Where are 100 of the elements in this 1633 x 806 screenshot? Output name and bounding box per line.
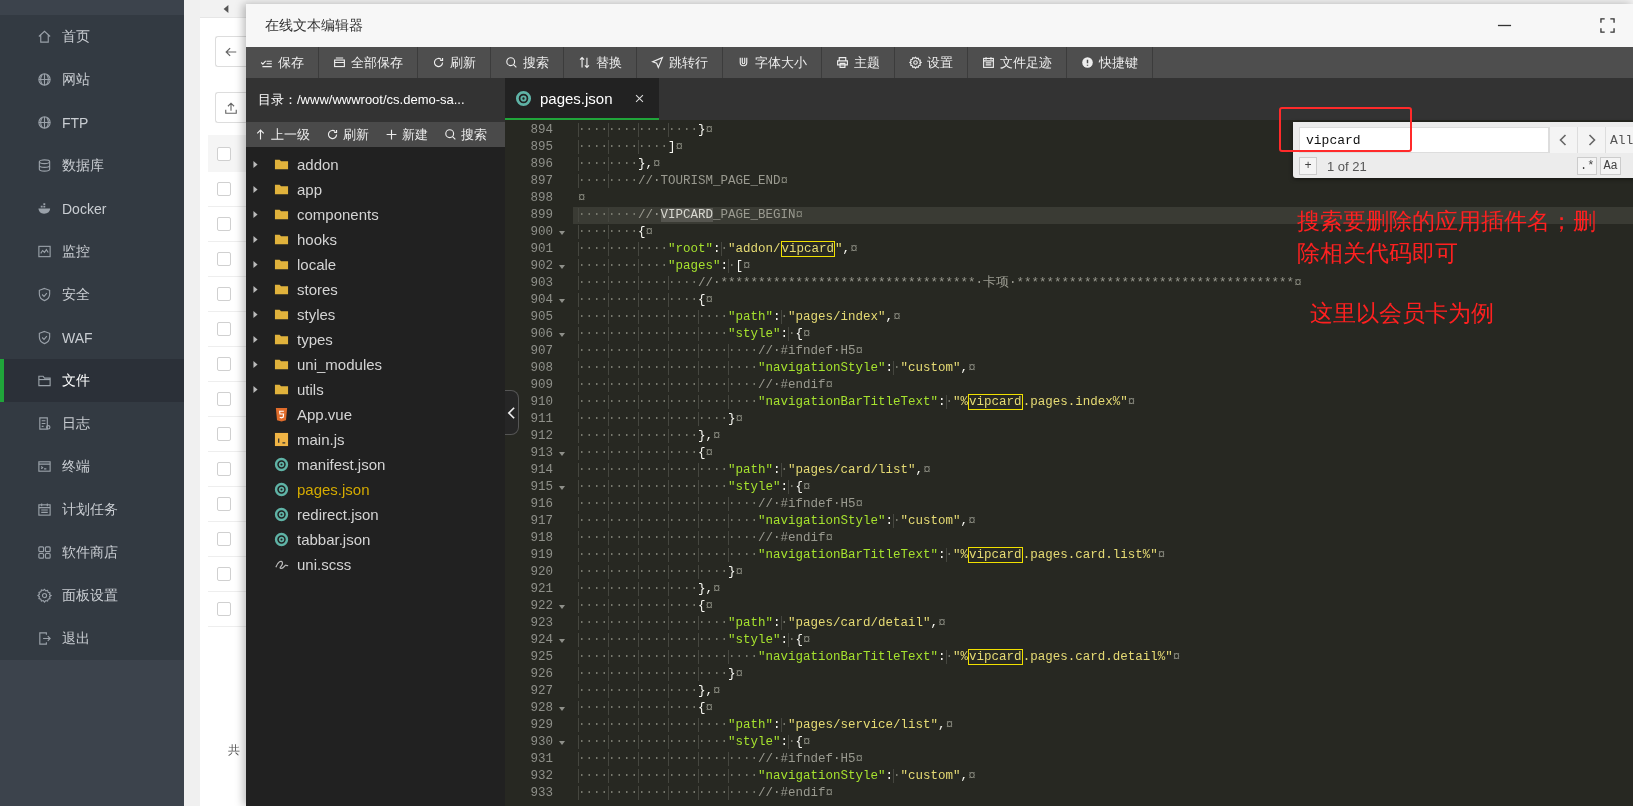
tree-action-button[interactable]: 上一级 bbox=[246, 122, 318, 147]
file-tree-item[interactable]: components bbox=[246, 202, 505, 227]
line-number: 917 bbox=[529, 513, 553, 530]
line-number: 914 bbox=[529, 462, 553, 479]
caret-icon bbox=[250, 184, 261, 195]
checkbox[interactable] bbox=[217, 287, 231, 301]
fold-arrow-icon[interactable] bbox=[558, 636, 566, 645]
checkbox[interactable] bbox=[217, 252, 231, 266]
sidebar-item[interactable]: 数据库 bbox=[0, 144, 184, 187]
file-tree-item[interactable]: manifest.json bbox=[246, 452, 505, 477]
replace-all-button[interactable]: All bbox=[1605, 127, 1633, 153]
checkbox[interactable] bbox=[217, 322, 231, 336]
sidebar-item[interactable]: 监控 bbox=[0, 230, 184, 273]
line-number: 927 bbox=[529, 683, 553, 700]
maximize-icon[interactable] bbox=[1600, 18, 1615, 33]
collapse-handle[interactable] bbox=[505, 390, 519, 435]
ring-icon bbox=[274, 507, 289, 522]
file-tree-item[interactable]: stores bbox=[246, 277, 505, 302]
file-tree-item[interactable]: uni.scss bbox=[246, 552, 505, 577]
checkbox[interactable] bbox=[217, 462, 231, 476]
file-tree-item[interactable]: redirect.json bbox=[246, 502, 505, 527]
caret-icon bbox=[250, 234, 261, 245]
checkbox[interactable] bbox=[217, 497, 231, 511]
sidebar-item[interactable]: WAF bbox=[0, 316, 184, 359]
next-icon[interactable] bbox=[1577, 127, 1605, 153]
refresh-icon bbox=[326, 128, 339, 141]
line-number: 900 bbox=[529, 224, 553, 241]
code-line: ················},¤ bbox=[577, 428, 722, 445]
code-line: ····················"path":·"pages/card/detail",¤ bbox=[577, 615, 947, 632]
code-line: ····················}¤ bbox=[577, 666, 745, 683]
search-field[interactable]: vipcard bbox=[1299, 127, 1549, 153]
ring-icon bbox=[274, 532, 289, 547]
sidebar-item[interactable]: 安全 bbox=[0, 273, 184, 316]
code-line: ························//·#endif¤ bbox=[577, 785, 835, 802]
fold-arrow-icon[interactable] bbox=[558, 602, 566, 611]
file-tree-item[interactable]: tabbar.json bbox=[246, 527, 505, 552]
file-tree-item[interactable]: app bbox=[246, 177, 505, 202]
line-number: 925 bbox=[529, 649, 553, 666]
tree-action-button[interactable]: 搜索 bbox=[436, 122, 495, 147]
file-tree-item[interactable]: styles bbox=[246, 302, 505, 327]
upload-icon bbox=[224, 100, 238, 115]
file-tree-item[interactable]: types bbox=[246, 327, 505, 352]
file-tree-item[interactable]: addon bbox=[246, 152, 505, 177]
fold-arrow-icon[interactable] bbox=[558, 738, 566, 747]
fold-arrow-icon[interactable] bbox=[558, 228, 566, 237]
sidebar-item[interactable]: 终端 bbox=[0, 445, 184, 488]
sidebar-item[interactable]: 计划任务 bbox=[0, 488, 184, 531]
add-button[interactable]: + bbox=[1299, 157, 1317, 175]
previous-icon[interactable] bbox=[1549, 127, 1577, 153]
line-number: 933 bbox=[529, 785, 553, 802]
file-tree-item[interactable]: uni_modules bbox=[246, 352, 505, 377]
sidebar-item[interactable]: Docker bbox=[0, 187, 184, 230]
code-line: ················},¤ bbox=[577, 683, 722, 700]
sidebar-item[interactable]: 日志 bbox=[0, 402, 184, 445]
sidebar-item[interactable]: FTP bbox=[0, 101, 184, 144]
code-line: ························"navigationStyle":·"custom",¤ bbox=[577, 768, 977, 785]
checkbox[interactable] bbox=[217, 567, 231, 581]
checkbox[interactable] bbox=[217, 532, 231, 546]
regex-toggle[interactable]: .* bbox=[1577, 157, 1598, 175]
fold-arrow-icon[interactable] bbox=[558, 296, 566, 305]
file-tree-item[interactable]: pages.json bbox=[246, 477, 505, 502]
sidebar-item[interactable]: 退出 bbox=[0, 617, 184, 660]
sidebar-item[interactable]: 网站 bbox=[0, 58, 184, 101]
file-tree-item[interactable]: App.vue bbox=[246, 402, 505, 427]
close-icon[interactable] bbox=[634, 92, 645, 104]
sidebar-item[interactable]: 软件商店 bbox=[0, 531, 184, 574]
file-tree-item[interactable]: main.js bbox=[246, 427, 505, 452]
fold-arrow-icon[interactable] bbox=[558, 704, 566, 713]
checkbox[interactable] bbox=[217, 146, 231, 161]
file-tree-item[interactable]: hooks bbox=[246, 227, 505, 252]
sidebar-item[interactable]: 文件 bbox=[0, 359, 184, 402]
calendar-icon bbox=[37, 502, 52, 517]
file-tree-item[interactable]: locale bbox=[246, 252, 505, 277]
line-number: 909 bbox=[529, 377, 553, 394]
case-toggle[interactable]: Aa bbox=[1600, 157, 1621, 175]
left-arrow-icon[interactable] bbox=[222, 3, 230, 14]
line-number: 906 bbox=[529, 326, 553, 343]
fold-arrow-icon[interactable] bbox=[558, 449, 566, 458]
fold-arrow-icon[interactable] bbox=[558, 483, 566, 492]
ring-icon bbox=[274, 482, 289, 497]
fold-arrow-icon[interactable] bbox=[558, 262, 566, 271]
checkbox[interactable] bbox=[217, 392, 231, 406]
tree-action-button[interactable]: 刷新 bbox=[318, 122, 377, 147]
line-number: 895 bbox=[529, 139, 553, 156]
sidebar-item[interactable]: 面板设置 bbox=[0, 574, 184, 617]
tree-action-button[interactable]: 新建 bbox=[377, 122, 436, 147]
folder-icon bbox=[274, 157, 289, 172]
checkbox[interactable] bbox=[217, 427, 231, 441]
checkbox[interactable] bbox=[217, 182, 231, 196]
fold-arrow-icon[interactable] bbox=[558, 330, 566, 339]
file-tree-item[interactable]: utils bbox=[246, 377, 505, 402]
line-number: 929 bbox=[529, 717, 553, 734]
sidebar-item[interactable]: 首页 bbox=[0, 15, 184, 58]
line-number: 907 bbox=[529, 343, 553, 360]
file-tab[interactable]: pages.json bbox=[505, 78, 659, 120]
checkbox[interactable] bbox=[217, 217, 231, 231]
arrow-up-icon bbox=[254, 128, 267, 141]
code-line: ····················"style":·{¤ bbox=[577, 326, 812, 343]
checkbox[interactable] bbox=[217, 357, 231, 371]
checkbox[interactable] bbox=[217, 602, 231, 616]
